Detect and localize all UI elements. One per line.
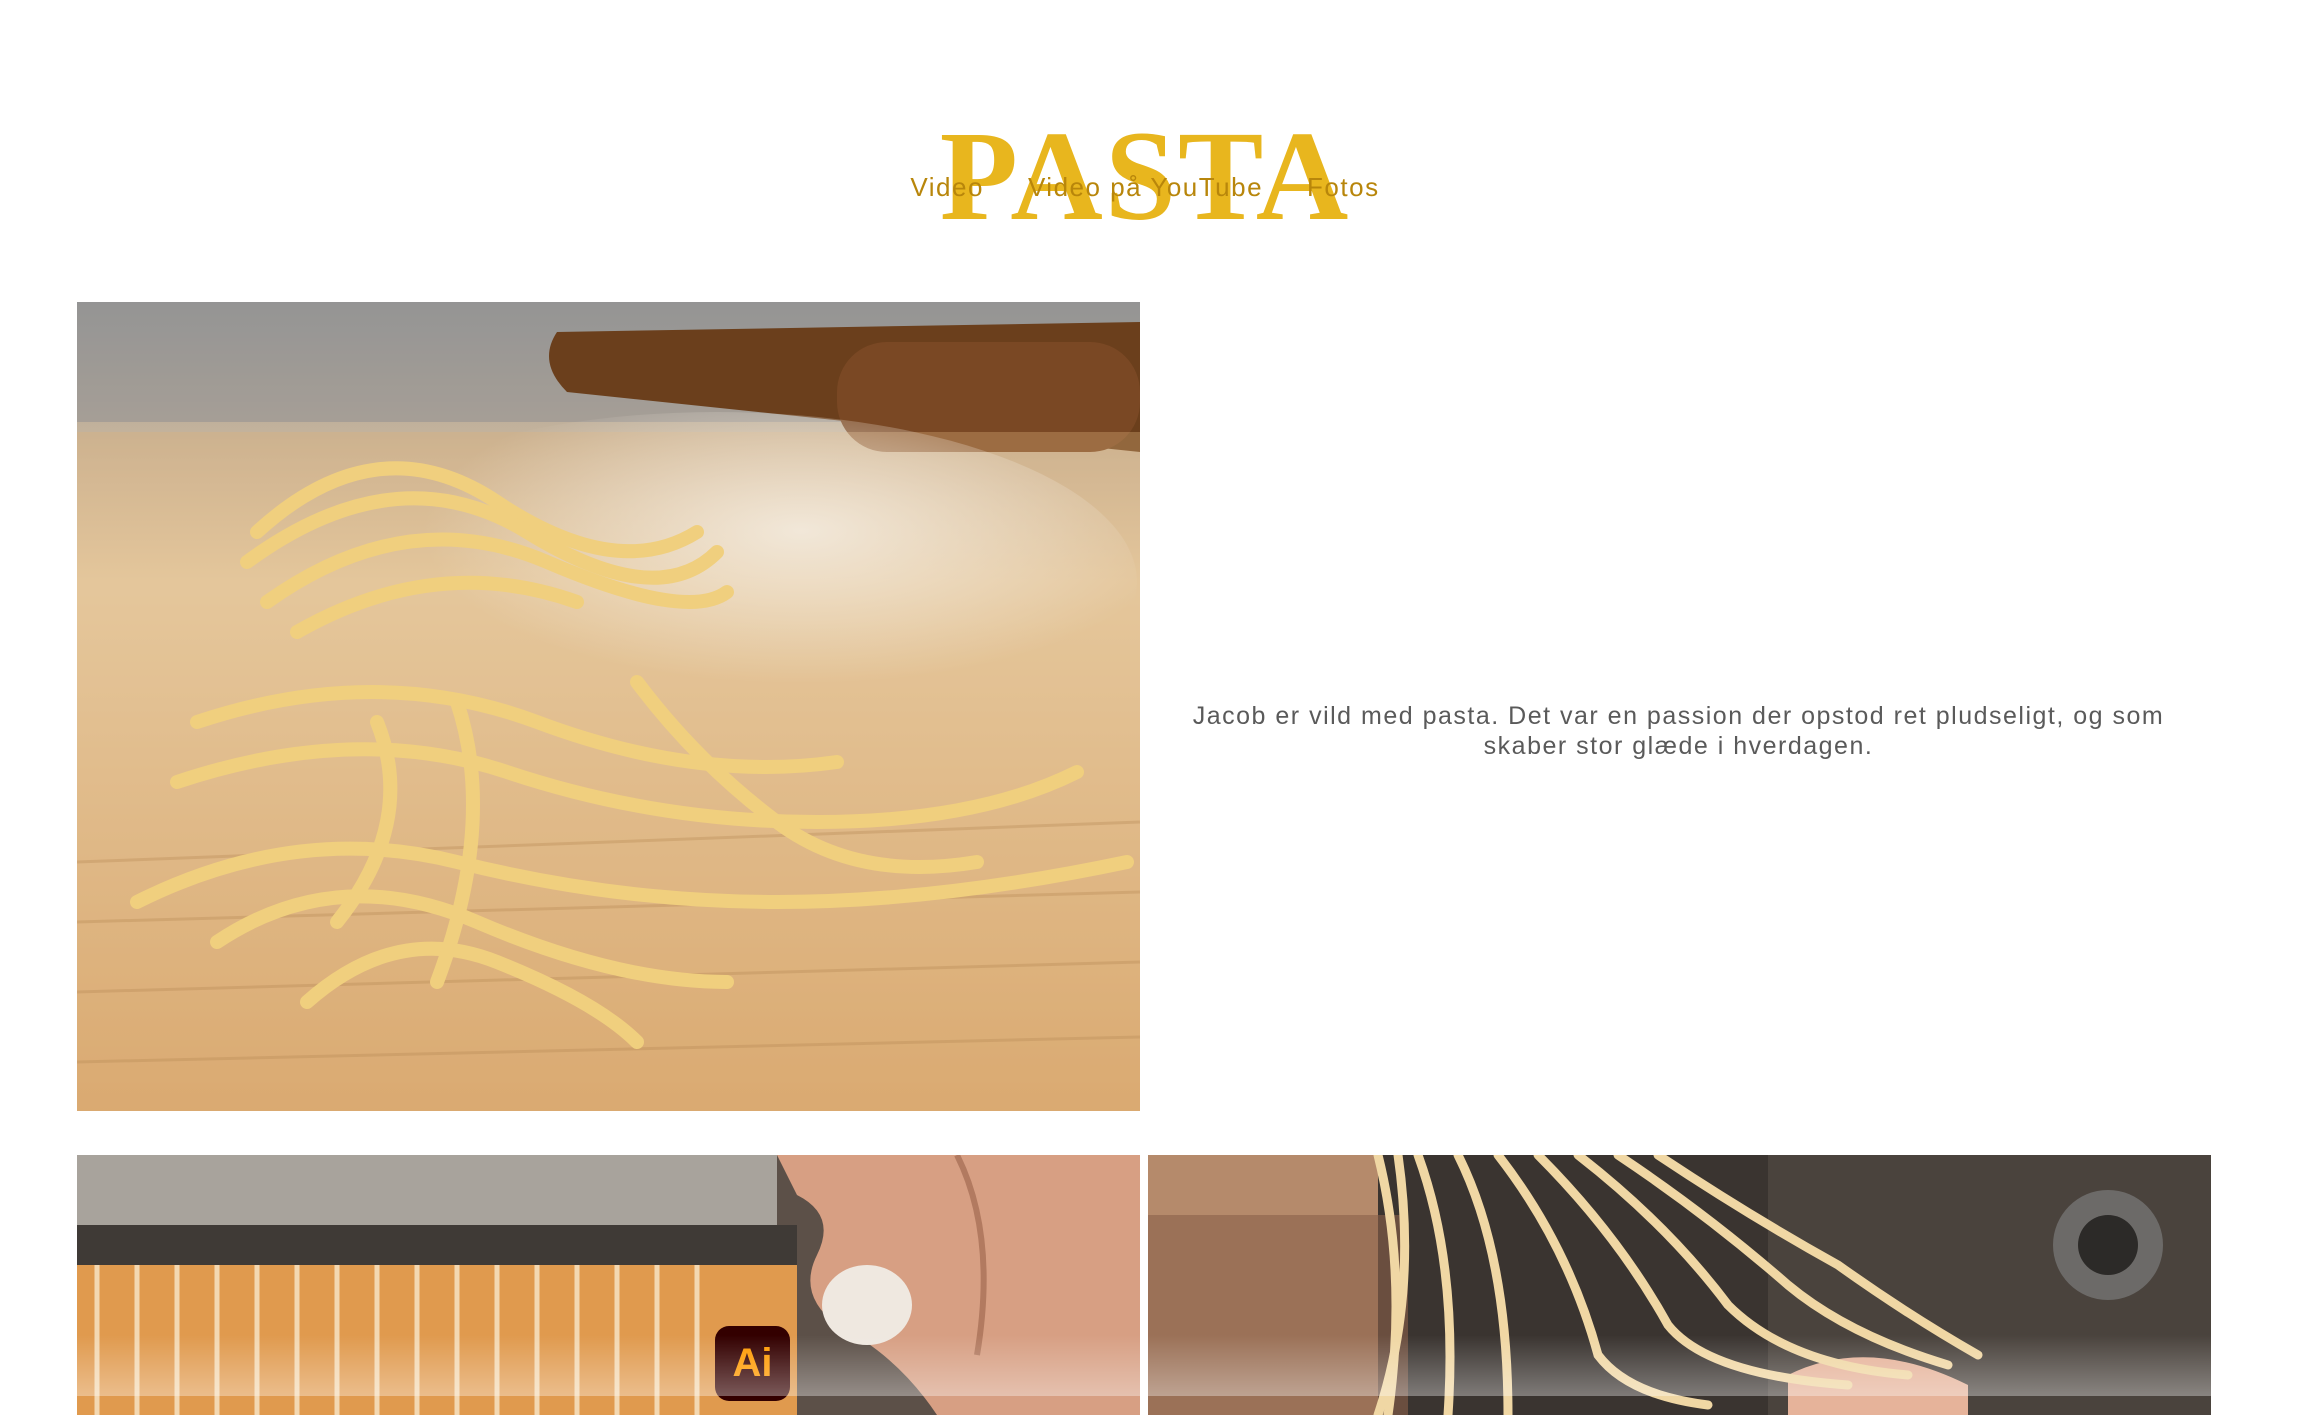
nav-link-video-youtube[interactable]: Video på YouTube (1028, 172, 1263, 203)
fresh-noodles-photo (1148, 1155, 2211, 1415)
nav-link-fotos[interactable]: Fotos (1307, 172, 1380, 203)
adobe-illustrator-icon[interactable]: Ai (715, 1326, 790, 1401)
pasta-machine-photo (77, 1155, 1140, 1415)
main-nav: Video Video på YouTube Fotos (0, 172, 2290, 203)
intro-text: Jacob er vild med pasta. Det var en pass… (1192, 702, 2165, 760)
nav-link-video[interactable]: Video (910, 172, 984, 203)
pasta-board-photo (77, 302, 1140, 1111)
